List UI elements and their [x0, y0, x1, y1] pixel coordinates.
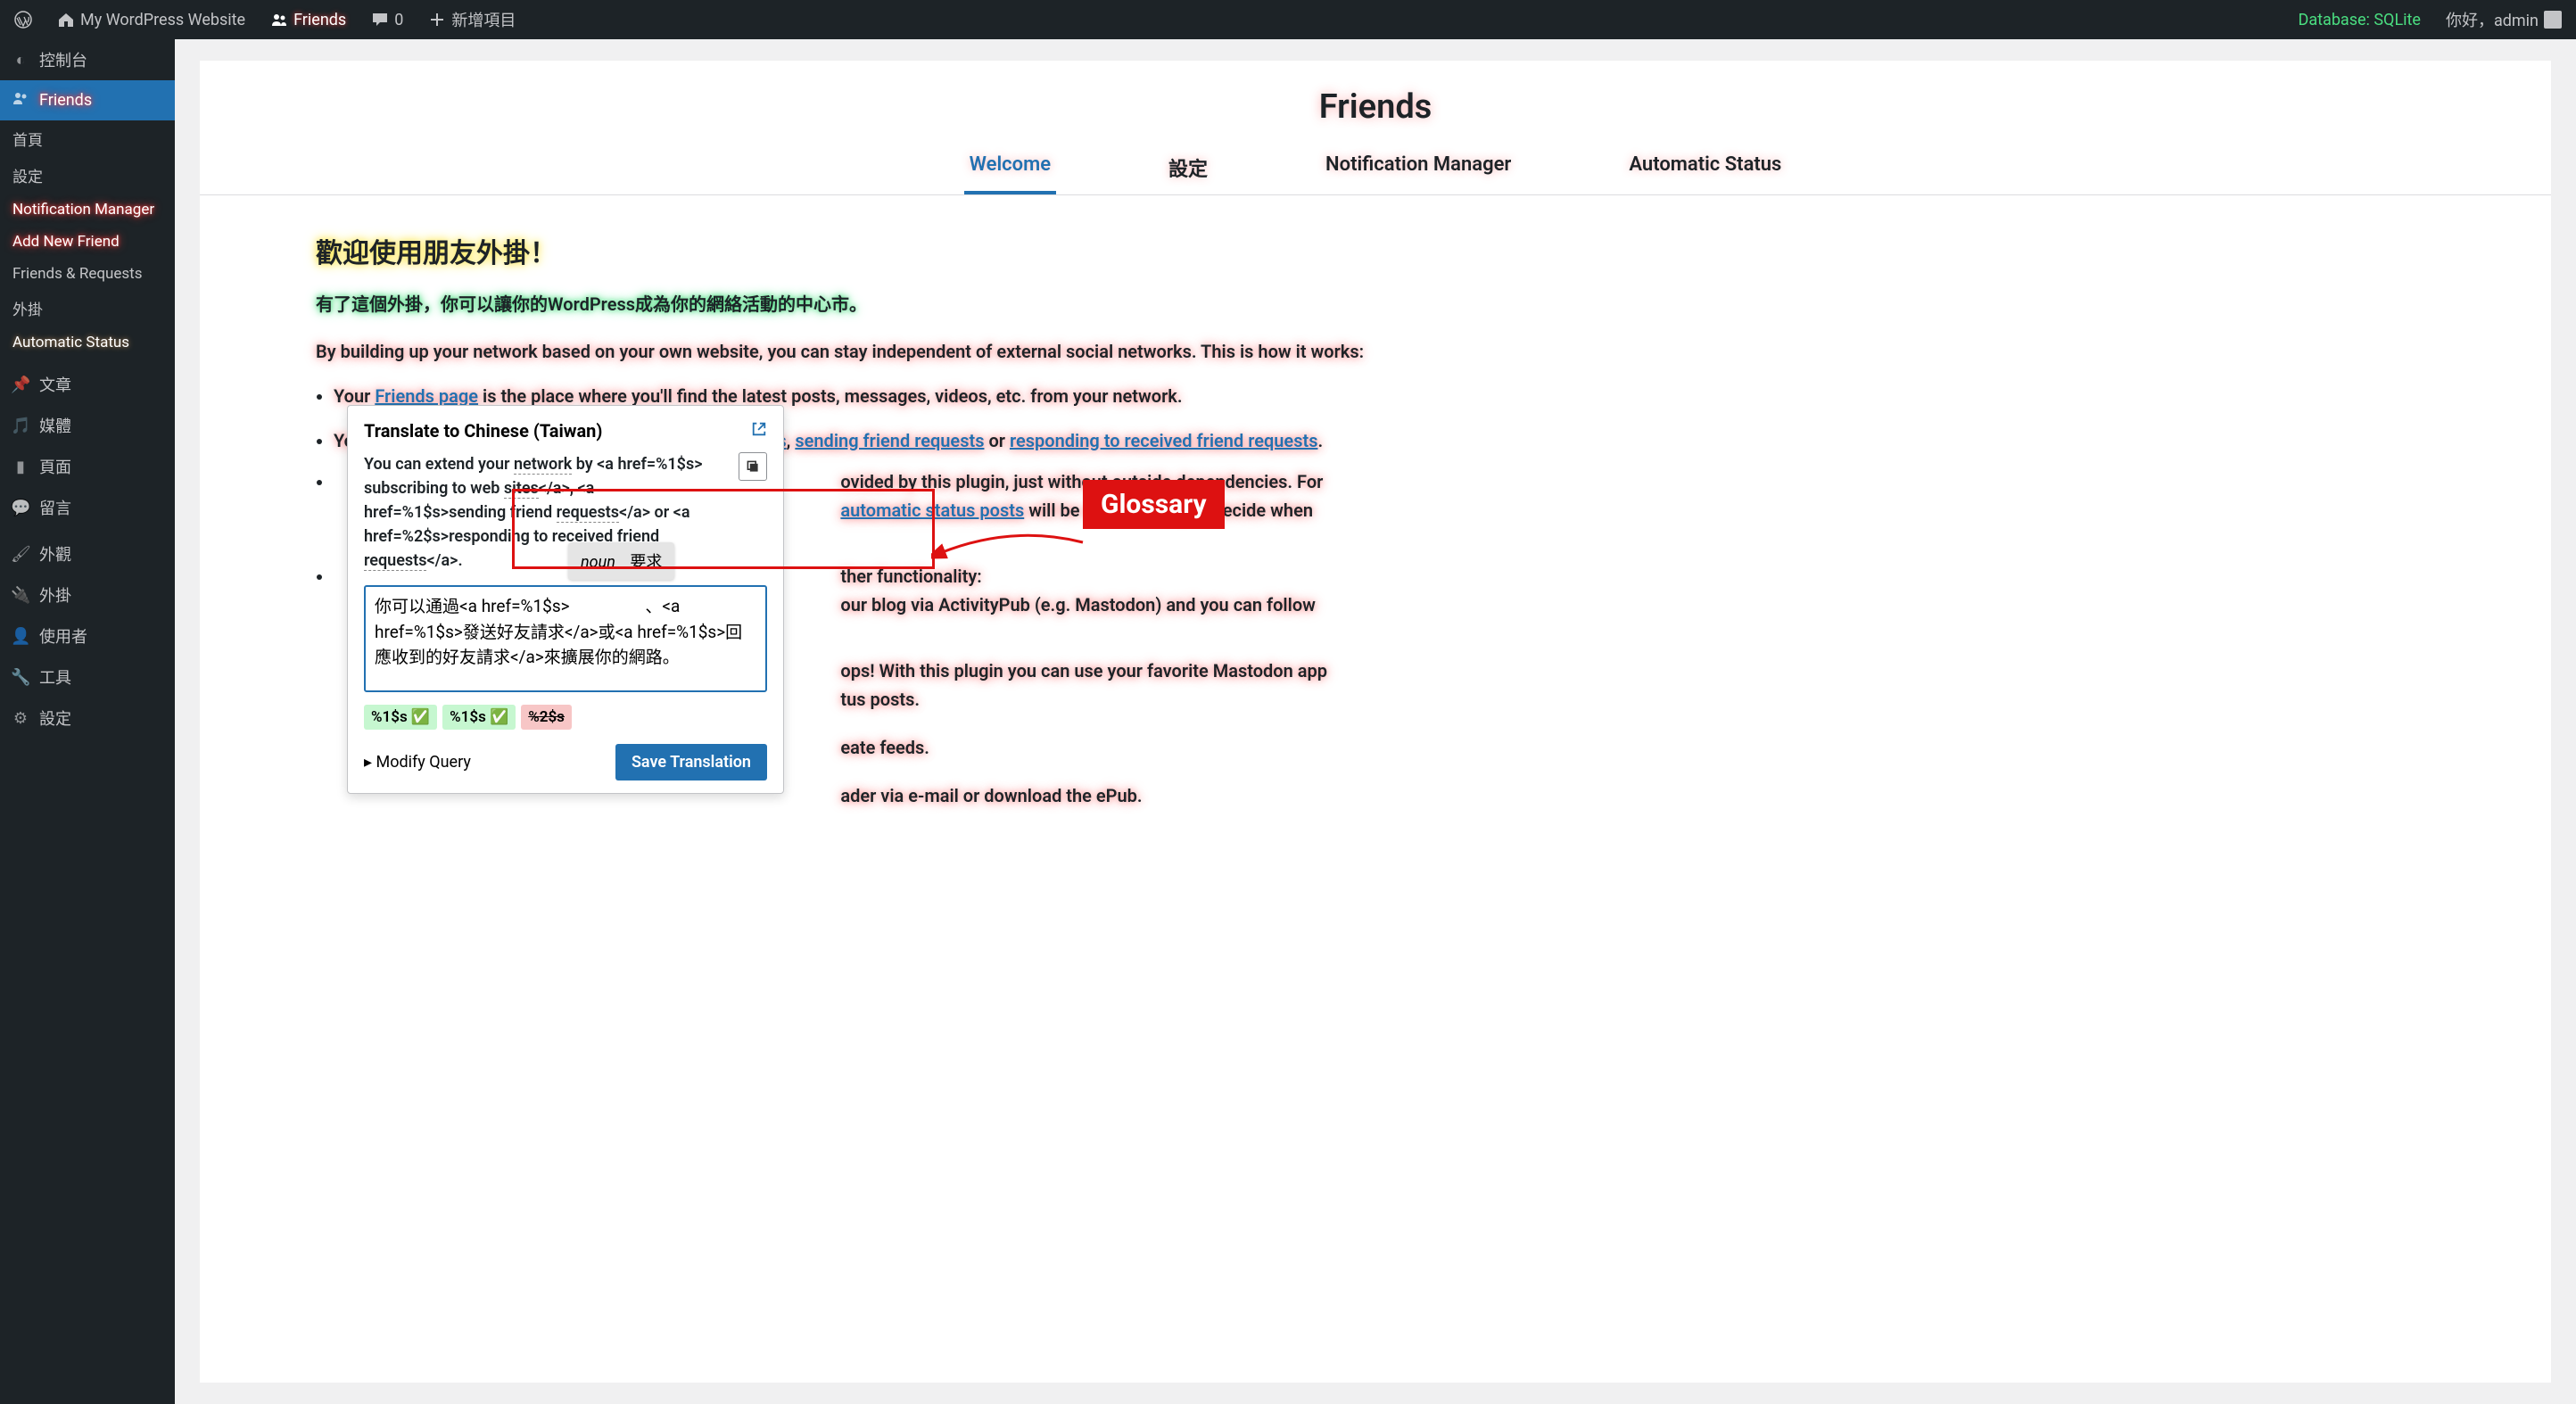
- translation-textarea[interactable]: [364, 585, 767, 692]
- welcome-p1: By building up your network based on you…: [316, 337, 2435, 366]
- menu-dashboard[interactable]: ◐ 控制台: [0, 39, 175, 80]
- welcome-heading: 歡迎使用朋友外掛！: [316, 231, 2435, 270]
- comment-icon: 💬: [11, 499, 30, 517]
- glossary-tooltip: noun 要求: [568, 542, 674, 580]
- tab-notification-manager[interactable]: Notification Manager: [1320, 145, 1516, 194]
- glossary-term: 要求: [630, 553, 662, 572]
- wrench-icon: 🔧: [11, 668, 30, 687]
- token-ok-1[interactable]: %1$s ✅: [364, 705, 437, 730]
- admin-sidebar: ◐ 控制台 Friends 首頁 設定 Notification Manager…: [0, 39, 175, 1404]
- submenu-notification-manager[interactable]: Notification Manager: [0, 194, 175, 226]
- open-external-icon[interactable]: [751, 421, 767, 442]
- menu-users[interactable]: 👤使用者: [0, 615, 175, 657]
- menu-appearance[interactable]: 🖌外觀: [0, 533, 175, 574]
- welcome-intro: 有了這個外掛，你可以讓你的WordPress成為你的網絡活動的中心市。: [316, 290, 2435, 316]
- user-greeting[interactable]: 你好，admin: [2439, 0, 2569, 39]
- menu-friends[interactable]: Friends: [0, 80, 175, 120]
- glossary-pos: noun: [581, 553, 615, 572]
- friends-icon: [11, 89, 30, 111]
- settings-icon: ⚙: [11, 709, 30, 728]
- admin-bar: My WordPress Website Friends 0 新增項目 Data…: [0, 0, 2576, 39]
- menu-posts[interactable]: 📌文章: [0, 364, 175, 405]
- placeholder-tokens: %1$s ✅ %1$s ✅ %2$s: [364, 705, 767, 730]
- tab-automatic-status[interactable]: Automatic Status: [1623, 145, 1787, 194]
- media-icon: 🎵: [11, 417, 30, 435]
- link-responding-requests[interactable]: responding to received friend requests: [1010, 430, 1318, 451]
- dashboard-icon: ◐: [11, 51, 30, 70]
- menu-tools[interactable]: 🔧工具: [0, 657, 175, 698]
- plugin-icon: 🔌: [11, 586, 30, 605]
- friends-icon: [270, 11, 288, 29]
- submenu-plugin[interactable]: 外掛: [0, 290, 175, 326]
- wordpress-icon: [14, 11, 32, 29]
- popup-title: Translate to Chinese (Taiwan): [364, 420, 602, 442]
- modify-query-toggle[interactable]: ▸ Modify Query: [364, 753, 471, 772]
- avatar: [2544, 11, 2562, 29]
- brush-icon: 🖌: [11, 545, 30, 564]
- link-friends-page[interactable]: Friends page: [375, 385, 478, 407]
- main-content: Friends Welcome 設定 Notification Manager …: [175, 39, 2576, 1404]
- site-name: My WordPress Website: [80, 11, 245, 29]
- user-icon: 👤: [11, 627, 30, 646]
- pin-icon: 📌: [11, 376, 30, 394]
- menu-comments[interactable]: 💬留言: [0, 487, 175, 528]
- wp-logo[interactable]: [7, 0, 39, 39]
- submenu-home[interactable]: 首頁: [0, 120, 175, 157]
- copy-icon: [746, 459, 760, 474]
- menu-settings[interactable]: ⚙設定: [0, 698, 175, 739]
- save-translation-button[interactable]: Save Translation: [615, 744, 767, 780]
- tab-welcome[interactable]: Welcome: [964, 145, 1056, 194]
- token-ok-2[interactable]: %1$s ✅: [442, 705, 516, 730]
- submenu-settings[interactable]: 設定: [0, 157, 175, 194]
- translate-popup: Translate to Chinese (Taiwan) You can ex…: [347, 405, 784, 794]
- link-automatic-status-posts[interactable]: automatic status posts: [840, 500, 1024, 521]
- comment-icon: [371, 11, 389, 29]
- submenu-automatic-status[interactable]: Automatic Status: [0, 326, 175, 359]
- site-link[interactable]: My WordPress Website: [50, 0, 252, 39]
- submenu-add-new-friend[interactable]: Add New Friend: [0, 226, 175, 258]
- link-sending-friend-requests[interactable]: sending friend requests: [795, 430, 984, 451]
- page-icon: ▮: [11, 458, 30, 476]
- tab-settings[interactable]: 設定: [1163, 145, 1213, 194]
- database-indicator[interactable]: Database: SQLite: [2291, 0, 2428, 39]
- adminbar-friends[interactable]: Friends: [263, 0, 353, 39]
- adminbar-new[interactable]: 新增項目: [421, 0, 523, 39]
- menu-media[interactable]: 🎵媒體: [0, 405, 175, 446]
- token-missing[interactable]: %2$s: [521, 705, 572, 730]
- menu-plugins[interactable]: 🔌外掛: [0, 574, 175, 615]
- menu-pages[interactable]: ▮頁面: [0, 446, 175, 487]
- home-icon: [57, 11, 75, 29]
- copy-button[interactable]: [739, 452, 767, 481]
- page-title: Friends: [200, 61, 2551, 127]
- adminbar-comments[interactable]: 0: [364, 0, 410, 39]
- friends-panel: Friends Welcome 設定 Notification Manager …: [200, 61, 2551, 1383]
- source-text: You can extend your network by <a href=%…: [364, 452, 730, 573]
- tab-bar: Welcome 設定 Notification Manager Automati…: [200, 145, 2551, 195]
- plus-icon: [428, 11, 446, 29]
- submenu-friends-requests[interactable]: Friends & Requests: [0, 258, 175, 290]
